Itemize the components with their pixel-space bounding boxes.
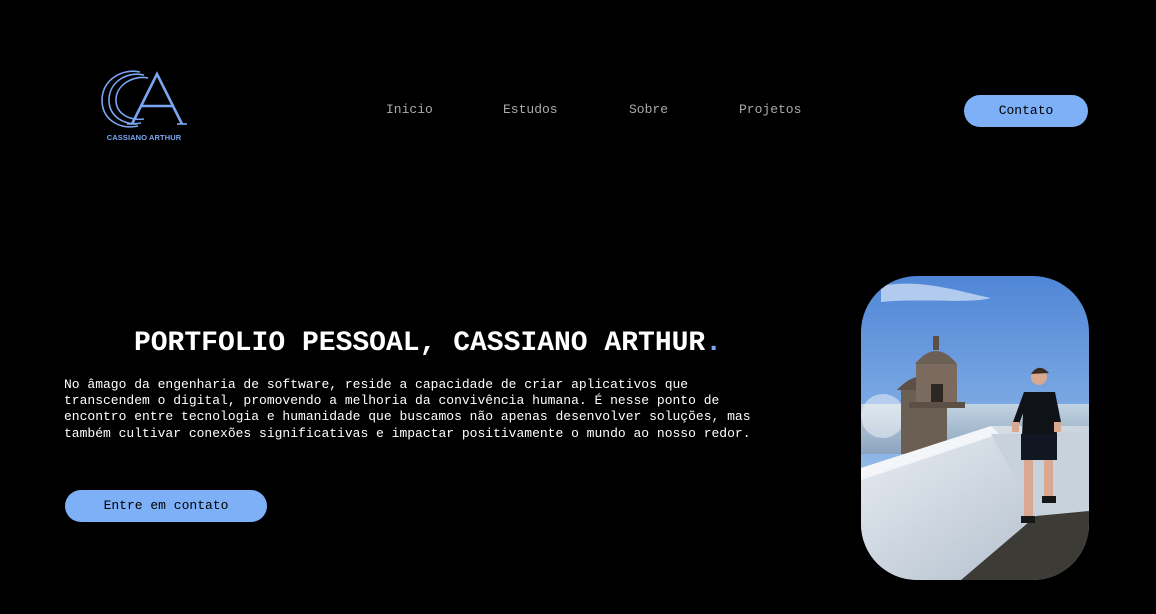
get-in-touch-button[interactable]: Entre em contato [65,490,267,522]
logo-mark-icon [101,70,187,128]
hero-description: No âmago da engenharia de software, resi… [64,377,751,441]
hero-title-text: PORTFOLIO PESSOAL, CASSIANO ARTHUR [133,328,706,359]
contact-button[interactable]: Contato [964,95,1088,127]
logo-text: CASSIANO ARTHUR [106,133,182,142]
nav-link-sobre[interactable]: Sobre [629,102,668,117]
hero-title-dot: . [705,328,723,359]
profile-photo-image [861,276,1089,580]
nav-link-projetos[interactable]: Projetos [739,102,801,117]
nav-link-estudos[interactable]: Estudos [503,102,558,117]
profile-photo [861,276,1089,580]
nav-link-inicio[interactable]: Inicio [386,102,433,117]
hero-title: PORTFOLIO PESSOAL, CASSIANO ARTHUR. [64,326,792,362]
